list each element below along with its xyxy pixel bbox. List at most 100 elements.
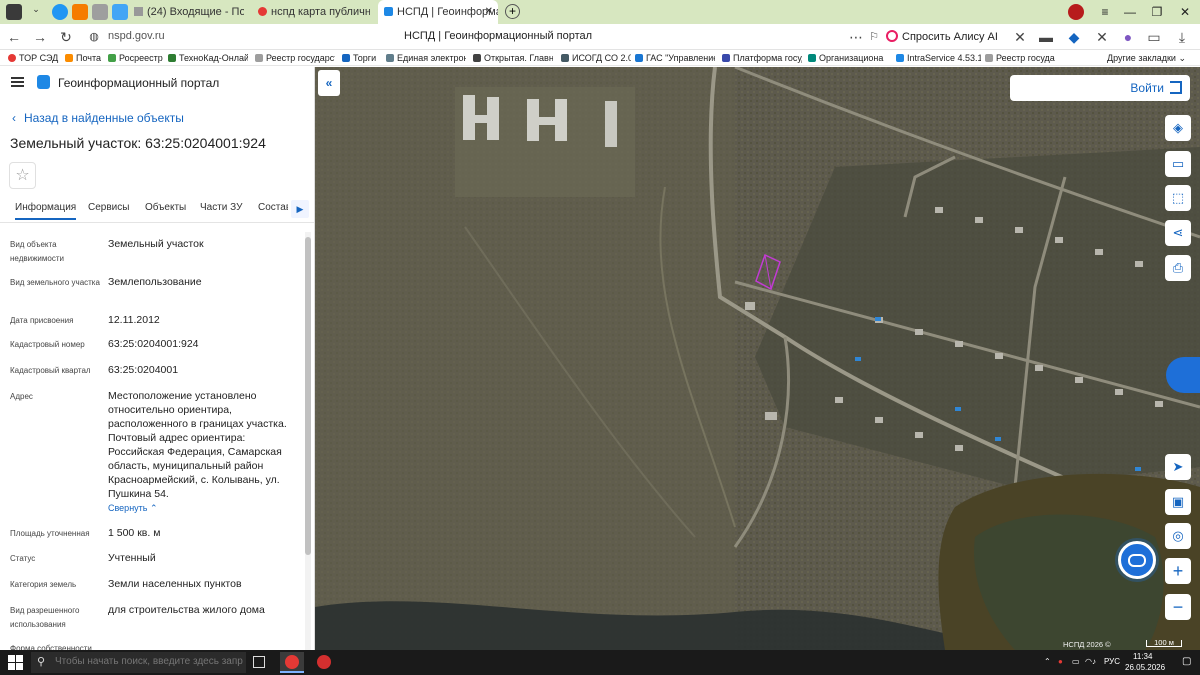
minimize-window-icon[interactable]: — bbox=[1115, 0, 1145, 24]
layers-icon[interactable]: ◈ bbox=[1165, 115, 1191, 141]
tab-services[interactable]: Сервисы bbox=[88, 202, 129, 213]
tab-objects[interactable]: Объекты bbox=[145, 202, 186, 213]
profile-avatar[interactable] bbox=[1068, 4, 1084, 20]
scale-bar: 100 м bbox=[1146, 639, 1182, 647]
locate-icon[interactable]: ➤ bbox=[1165, 454, 1191, 480]
bookmark-platform[interactable]: Платформа госуд bbox=[722, 52, 802, 64]
collapse-link[interactable]: Свернуть ⌃ bbox=[108, 503, 158, 514]
row-value: Землепользование bbox=[108, 276, 202, 288]
input-language[interactable]: РУС bbox=[1104, 657, 1120, 666]
windows-start-icon[interactable] bbox=[8, 655, 23, 670]
bookmark-icon bbox=[386, 54, 394, 62]
taskbar-app-second-icon[interactable] bbox=[312, 652, 336, 673]
bookmarks-bar: ТОР СЭД Почта Росреестр ТехноКад-Онлайн … bbox=[0, 50, 1200, 66]
more-icon[interactable]: ⋯ bbox=[846, 27, 866, 47]
url-field[interactable]: nspd.gov.ru bbox=[108, 30, 165, 42]
tray-network-icon[interactable]: ▭ bbox=[1072, 657, 1080, 666]
notifications-icon[interactable]: ▢ bbox=[1182, 656, 1191, 667]
login-button[interactable]: Войти bbox=[1010, 75, 1190, 101]
zoom-out-button[interactable]: − bbox=[1165, 594, 1191, 620]
bookmark-gas[interactable]: ГАС "Управление bbox=[635, 52, 715, 64]
other-bookmarks[interactable]: Другие закладки ⌄ bbox=[1107, 52, 1186, 64]
close-window-icon[interactable]: ✕ bbox=[1170, 0, 1200, 24]
bookmark-icon bbox=[255, 54, 263, 62]
hamburger-menu-icon[interactable] bbox=[11, 77, 24, 87]
bookmark-mail[interactable]: Почта bbox=[65, 52, 101, 64]
extension-4-icon[interactable]: ✕ bbox=[1092, 27, 1112, 47]
bookmark-torgi[interactable]: Торги bbox=[342, 52, 376, 64]
chat-icon[interactable] bbox=[1118, 541, 1156, 579]
row-value: 12.11.2012 bbox=[108, 314, 160, 326]
bookmark-isogd[interactable]: ИСОГД СО 2.0 bbox=[561, 52, 631, 64]
ruler-icon[interactable]: ▭ bbox=[1165, 151, 1191, 177]
bookmark-organization[interactable]: Организациона bbox=[808, 52, 890, 64]
bookmark-tor-sed[interactable]: ТОР СЭД bbox=[8, 52, 58, 64]
extension-6-icon[interactable]: ▭ bbox=[1144, 27, 1164, 47]
security-icon[interactable]: ◍ bbox=[84, 27, 104, 47]
restore-window-icon[interactable]: ❐ bbox=[1142, 0, 1172, 24]
map-view[interactable] bbox=[315, 67, 1200, 650]
row-label: Кадастровый номер bbox=[10, 340, 85, 349]
tabs-menu-icon[interactable]: ⌄ bbox=[28, 4, 44, 20]
tray-wifi-icon[interactable]: ◠ bbox=[1085, 657, 1092, 666]
row-value: для строительства жилого дома bbox=[108, 604, 265, 616]
forward-arrow-icon[interactable]: → bbox=[30, 27, 50, 47]
search-location-icon[interactable]: ◎ bbox=[1165, 523, 1191, 549]
tray-app-icon[interactable]: ● bbox=[1058, 657, 1063, 666]
tray-chevron-icon[interactable]: ⌃ bbox=[1044, 657, 1051, 666]
clock-date[interactable]: 26.05.2026 bbox=[1125, 663, 1165, 672]
assistant-badge-icon[interactable] bbox=[1166, 357, 1200, 393]
zoom-in-button[interactable]: + bbox=[1165, 558, 1191, 584]
app-icon-glyph bbox=[285, 655, 299, 669]
row-label: Вид объекта недвижимости bbox=[10, 240, 64, 263]
scrollbar-thumb[interactable] bbox=[305, 237, 311, 555]
clock-time[interactable]: 11:34 bbox=[1133, 652, 1152, 661]
reload-icon[interactable]: ↻ bbox=[56, 27, 76, 47]
taskbar-search-box[interactable]: ⚲ bbox=[31, 652, 246, 673]
yandex-browser-icon[interactable] bbox=[6, 4, 22, 20]
share-icon[interactable]: ⋖ bbox=[1165, 220, 1191, 246]
ask-alice-button[interactable]: Спросить Алису AI bbox=[886, 27, 998, 47]
tray-volume-icon[interactable]: ♪ bbox=[1092, 657, 1096, 666]
new-tab-button[interactable]: + bbox=[505, 4, 520, 19]
extension-1-icon[interactable]: ✕ bbox=[1010, 27, 1030, 47]
tab-parcel-parts[interactable]: Части ЗУ bbox=[200, 202, 242, 213]
chat-bubble-icon bbox=[1128, 554, 1146, 567]
pinned-tab-shield-icon[interactable] bbox=[92, 4, 108, 20]
pinned-tab-mail-icon[interactable] bbox=[52, 4, 68, 20]
bookmark-icon[interactable]: ⚐ bbox=[864, 27, 884, 47]
minimap-icon[interactable]: ▣ bbox=[1165, 489, 1191, 515]
tab-search[interactable]: нспд карта публичная ка bbox=[258, 2, 370, 22]
extension-2-icon[interactable]: ▬ bbox=[1036, 27, 1056, 47]
pinned-tab-messenger-icon[interactable] bbox=[112, 4, 128, 20]
close-tab-icon[interactable]: ✕ bbox=[485, 0, 493, 24]
print-icon[interactable]: ⎙ bbox=[1165, 255, 1191, 281]
pinned-tab-envelope-icon[interactable] bbox=[72, 4, 88, 20]
downloads-icon[interactable]: ⤓ bbox=[1172, 27, 1192, 47]
chevron-right-icon[interactable]: ▶ bbox=[291, 200, 309, 218]
bookmark-open[interactable]: Открытая. Главна bbox=[473, 52, 553, 64]
task-view-icon[interactable] bbox=[253, 656, 265, 668]
select-area-icon[interactable]: ⬚ bbox=[1165, 185, 1191, 211]
bookmark-single-electronic[interactable]: Единая электрон bbox=[386, 52, 466, 64]
bookmark-registry[interactable]: Реестр государст bbox=[255, 52, 335, 64]
windows-logo-square bbox=[8, 663, 15, 670]
tab-composition[interactable]: Состав bbox=[258, 202, 288, 213]
bookmark-tehnokad[interactable]: ТехноКад-Онлайн bbox=[168, 52, 248, 64]
back-arrow-icon[interactable]: ← bbox=[4, 27, 24, 47]
bookmark-intraservice[interactable]: IntraService 4.53.1 bbox=[896, 52, 981, 64]
back-to-results-link[interactable]: ‹ Назад в найденные объекты bbox=[12, 111, 184, 125]
collapse-panel-icon[interactable]: « bbox=[318, 70, 340, 96]
taskbar-app-yandex-icon[interactable] bbox=[280, 652, 304, 673]
bookmark-registry-2[interactable]: Реестр госуда bbox=[985, 52, 1057, 64]
extension-3-icon[interactable]: ◆ bbox=[1064, 27, 1084, 47]
extension-5-icon[interactable]: ● bbox=[1118, 27, 1138, 47]
nspd-tab-icon bbox=[384, 7, 393, 16]
browser-tab-bar: ⌄ (24) Входящие - Почта М нспд карта пуб… bbox=[0, 0, 1200, 24]
bookmark-rosreestr[interactable]: Росреестр bbox=[108, 52, 163, 64]
tab-information[interactable]: Информация bbox=[15, 202, 77, 220]
tab-mail[interactable]: (24) Входящие - Почта М bbox=[134, 2, 244, 22]
favorite-star-icon[interactable]: ☆ bbox=[9, 162, 36, 189]
tab-nspd[interactable]: НСПД | Геоинформаци ✕ bbox=[378, 0, 498, 24]
taskbar-search-input[interactable] bbox=[55, 656, 243, 667]
